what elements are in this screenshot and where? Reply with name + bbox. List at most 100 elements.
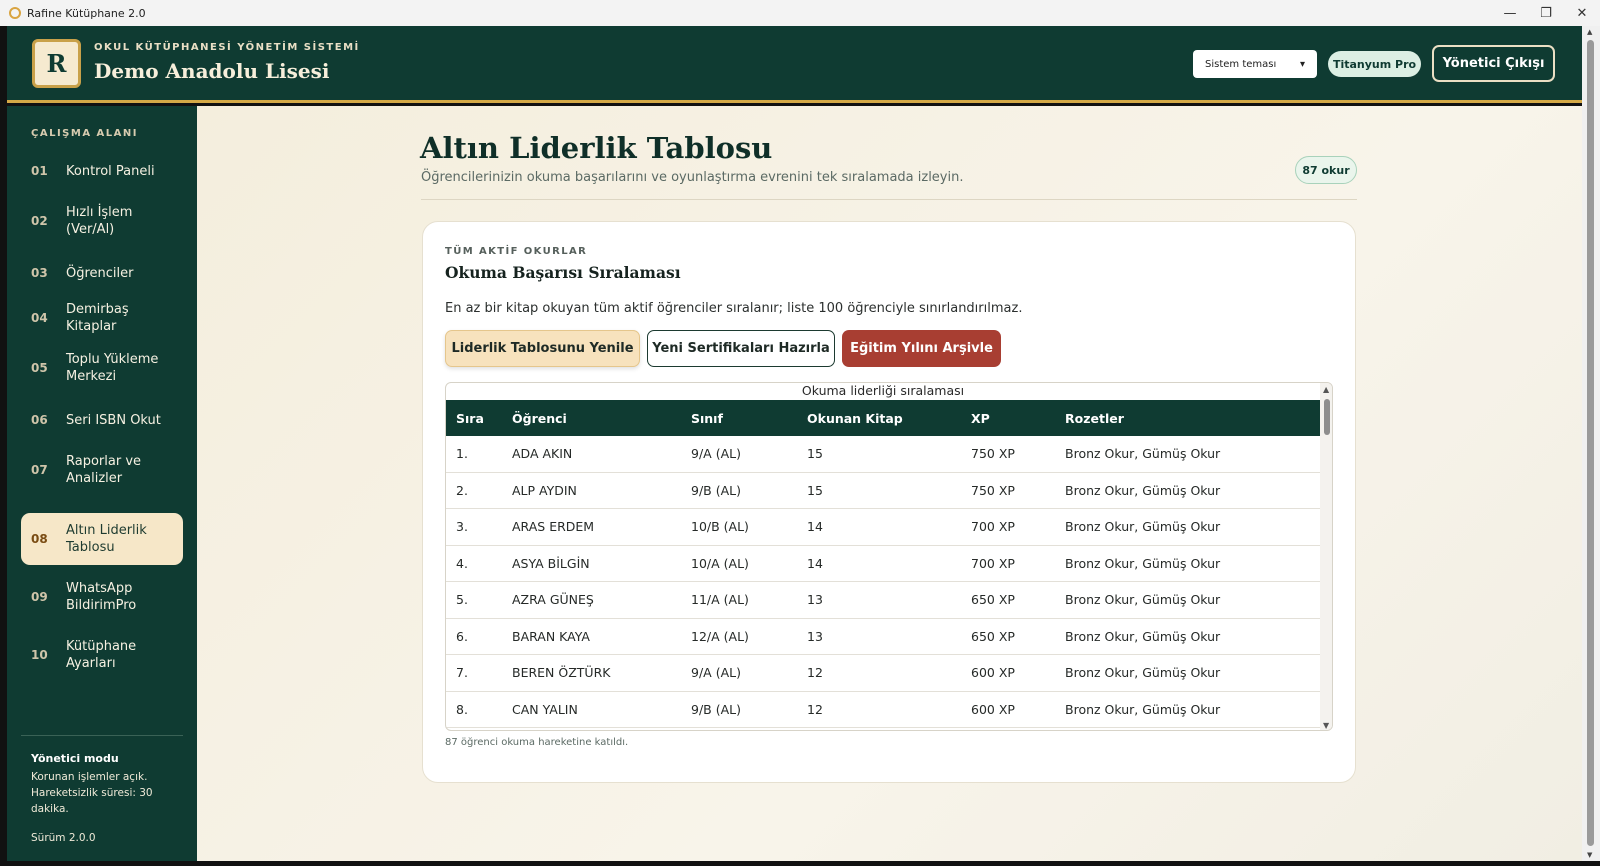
column-header[interactable]: Sınıf [691, 411, 807, 426]
badges-cell: Bronz Okur, Gümüş Okur [1065, 628, 1221, 644]
sidebar-item-number: 10 [31, 648, 48, 662]
sidebar-item-hizli-islem[interactable]: 02 Hızlı İşlem (Ver/Al) [21, 202, 183, 240]
table-row[interactable]: 1. ADA AKIN 9/A (AL) 15 750 XP Bronz Oku… [446, 436, 1320, 473]
scroll-up-icon[interactable]: ▲ [1323, 385, 1329, 394]
admin-mode-text: Korunan işlemler açık. Hareketsizlik sür… [31, 771, 153, 815]
prepare-certificates-button[interactable]: Yeni Sertifikaları Hazırla [647, 330, 835, 367]
student-cell: CAN YALIN [512, 701, 578, 717]
column-header[interactable]: Öğrenci [512, 411, 691, 426]
theme-select[interactable]: Sistem teması ▾ [1193, 50, 1317, 78]
sidebar-item-demirbas-kitaplar[interactable]: 04 Demirbaş Kitaplar [21, 302, 183, 334]
app-version: Sürüm 2.0.0 [31, 832, 96, 844]
restore-icon[interactable]: ❐ [1528, 0, 1564, 26]
sidebar-item-label: Hızlı İşlem (Ver/Al) [66, 205, 133, 237]
close-icon[interactable]: ✕ [1564, 0, 1600, 26]
window-title: Rafine Kütüphane 2.0 [27, 6, 146, 20]
table-caption: Okuma liderliği sıralaması [801, 383, 965, 398]
column-header[interactable]: Sıra [446, 411, 512, 426]
table-body: 1. ADA AKIN 9/A (AL) 15 750 XP Bronz Oku… [446, 436, 1320, 728]
sidebar-item-label: Öğrenciler [66, 265, 134, 281]
school-name: Demo Anadolu Lisesi [94, 59, 330, 83]
table-scrollbar[interactable]: ▲ ▼ [1320, 383, 1332, 730]
xp-cell: 600 XP [971, 701, 1015, 717]
card-description: En az bir kitap okuyan tüm aktif öğrenci… [445, 301, 1023, 316]
table-row[interactable]: 3. ARAS ERDEM 10/B (AL) 14 700 XP Bronz … [446, 509, 1320, 546]
xp-cell: 750 XP [971, 446, 1015, 462]
sidebar-item-number: 07 [31, 463, 48, 477]
sidebar-item-number: 01 [31, 164, 48, 178]
card-kicker: TÜM AKTİF OKURLAR [445, 246, 588, 257]
pro-badge[interactable]: Titanyum Pro [1328, 51, 1421, 77]
sidebar-item-toplu-yukleme[interactable]: 05 Toplu Yükleme Merkezi [21, 349, 183, 387]
sidebar-item-label: Demirbaş Kitaplar [66, 302, 129, 334]
minimize-icon[interactable]: — [1492, 0, 1528, 26]
class-cell: 9/B (AL) [691, 482, 741, 498]
badges-cell: Bronz Okur, Gümüş Okur [1065, 482, 1221, 498]
scroll-thumb[interactable] [1324, 399, 1330, 435]
system-label: OKUL KÜTÜPHANESİ YÖNETİM SİSTEMİ [94, 42, 360, 53]
logout-button[interactable]: Yönetici Çıkışı [1432, 45, 1555, 82]
sidebar-item-number: 03 [31, 266, 48, 280]
refresh-leaderboard-button[interactable]: Liderlik Tablosunu Yenile [445, 330, 640, 367]
sidebar-item-label: WhatsApp BildirimPro [66, 581, 137, 613]
reader-count-badge: 87 okur [1295, 156, 1357, 184]
table-row[interactable]: 2. ALP AYDIN 9/B (AL) 15 750 XP Bronz Ok… [446, 473, 1320, 509]
scroll-down-icon[interactable]: ▼ [1323, 721, 1329, 730]
table-row[interactable]: 8. CAN YALIN 9/B (AL) 12 600 XP Bronz Ok… [446, 692, 1320, 728]
column-header[interactable]: Okunan Kitap [807, 411, 971, 426]
archive-year-button[interactable]: Eğitim Yılını Arşivle [842, 330, 1001, 367]
badges-cell: Bronz Okur, Gümüş Okur [1065, 519, 1221, 535]
sidebar-item-ogrenciler[interactable]: 03 Öğrenciler [21, 259, 183, 287]
student-cell: ASYA BİLGİN [512, 555, 590, 571]
sidebar-item-label: Altın Liderlik Tablosu [66, 523, 147, 555]
xp-cell: 600 XP [971, 665, 1015, 681]
sidebar-divider [21, 735, 183, 736]
sidebar-item-kontrol-paneli[interactable]: 01 Kontrol Paneli [21, 157, 183, 185]
column-header[interactable]: Rozetler [1065, 411, 1320, 426]
admin-mode-title: Yönetici modu [31, 752, 119, 765]
student-cell: BARAN KAYA [512, 628, 590, 644]
books-cell: 14 [807, 555, 823, 571]
sidebar-item-kutuphane-ayarlari[interactable]: 10 Kütüphane Ayarları [21, 636, 183, 674]
sidebar-item-seri-isbn[interactable]: 06 Seri ISBN Okut [21, 406, 183, 434]
sidebar-item-number: 02 [31, 214, 48, 228]
sidebar-item-whatsapp[interactable]: 09 WhatsApp BildirimPro [21, 578, 183, 616]
scroll-down-icon[interactable]: ▼ [1587, 851, 1592, 859]
books-cell: 15 [807, 482, 823, 498]
card-title: Okuma Başarısı Sıralaması [445, 263, 681, 282]
table-row[interactable]: 4. ASYA BİLGİN 10/A (AL) 14 700 XP Bronz… [446, 546, 1320, 582]
sidebar-item-label: Kontrol Paneli [66, 163, 155, 179]
student-cell: BEREN ÖZTÜRK [512, 665, 611, 681]
sidebar-item-label: Toplu Yükleme Merkezi [66, 352, 159, 384]
scroll-thumb[interactable] [1587, 40, 1594, 846]
leaderboard-table[interactable]: Okuma liderliği sıralaması Sıra Öğrenci … [445, 382, 1333, 731]
scroll-up-icon[interactable]: ▲ [1587, 28, 1592, 36]
rank-cell: 5. [456, 592, 468, 608]
leaderboard-card: TÜM AKTİF OKURLAR Okuma Başarısı Sıralam… [422, 221, 1356, 783]
table-row[interactable]: 7. BEREN ÖZTÜRK 9/A (AL) 12 600 XP Bronz… [446, 655, 1320, 692]
class-cell: 9/A (AL) [691, 665, 741, 681]
class-cell: 10/B (AL) [691, 519, 749, 535]
participation-note: 87 öğrenci okuma hareketine katıldı. [445, 737, 629, 748]
column-header[interactable]: XP [971, 411, 1065, 426]
sidebar-section-label: ÇALIŞMA ALANI [31, 128, 138, 139]
student-cell: ADA AKIN [512, 446, 573, 462]
sidebar-item-raporlar[interactable]: 07 Raporlar ve Analizler [21, 451, 183, 489]
app-header: R OKUL KÜTÜPHANESİ YÖNETİM SİSTEMİ Demo … [7, 26, 1582, 103]
books-cell: 13 [807, 628, 823, 644]
rank-cell: 7. [456, 665, 468, 681]
table-header: Sıra Öğrenci Sınıf Okunan Kitap XP Rozet… [446, 400, 1320, 436]
sidebar-item-liderlik-tablosu[interactable]: 08 Altın Liderlik Tablosu [21, 513, 183, 565]
rank-cell: 3. [456, 519, 468, 535]
class-cell: 9/A (AL) [691, 446, 741, 462]
badges-cell: Bronz Okur, Gümüş Okur [1065, 665, 1221, 681]
table-row[interactable]: 6. BARAN KAYA 12/A (AL) 13 650 XP Bronz … [446, 619, 1320, 655]
window-controls: — ❐ ✕ [1492, 0, 1600, 26]
class-cell: 11/A (AL) [691, 592, 749, 608]
books-cell: 12 [807, 665, 823, 681]
window-scrollbar[interactable]: ▲ ▼ [1582, 26, 1600, 861]
sidebar-item-label: Kütüphane Ayarları [66, 639, 137, 671]
rank-cell: 1. [456, 446, 468, 462]
table-row[interactable]: 5. AZRA GÜNEŞ 11/A (AL) 13 650 XP Bronz … [446, 582, 1320, 619]
books-cell: 12 [807, 701, 823, 717]
